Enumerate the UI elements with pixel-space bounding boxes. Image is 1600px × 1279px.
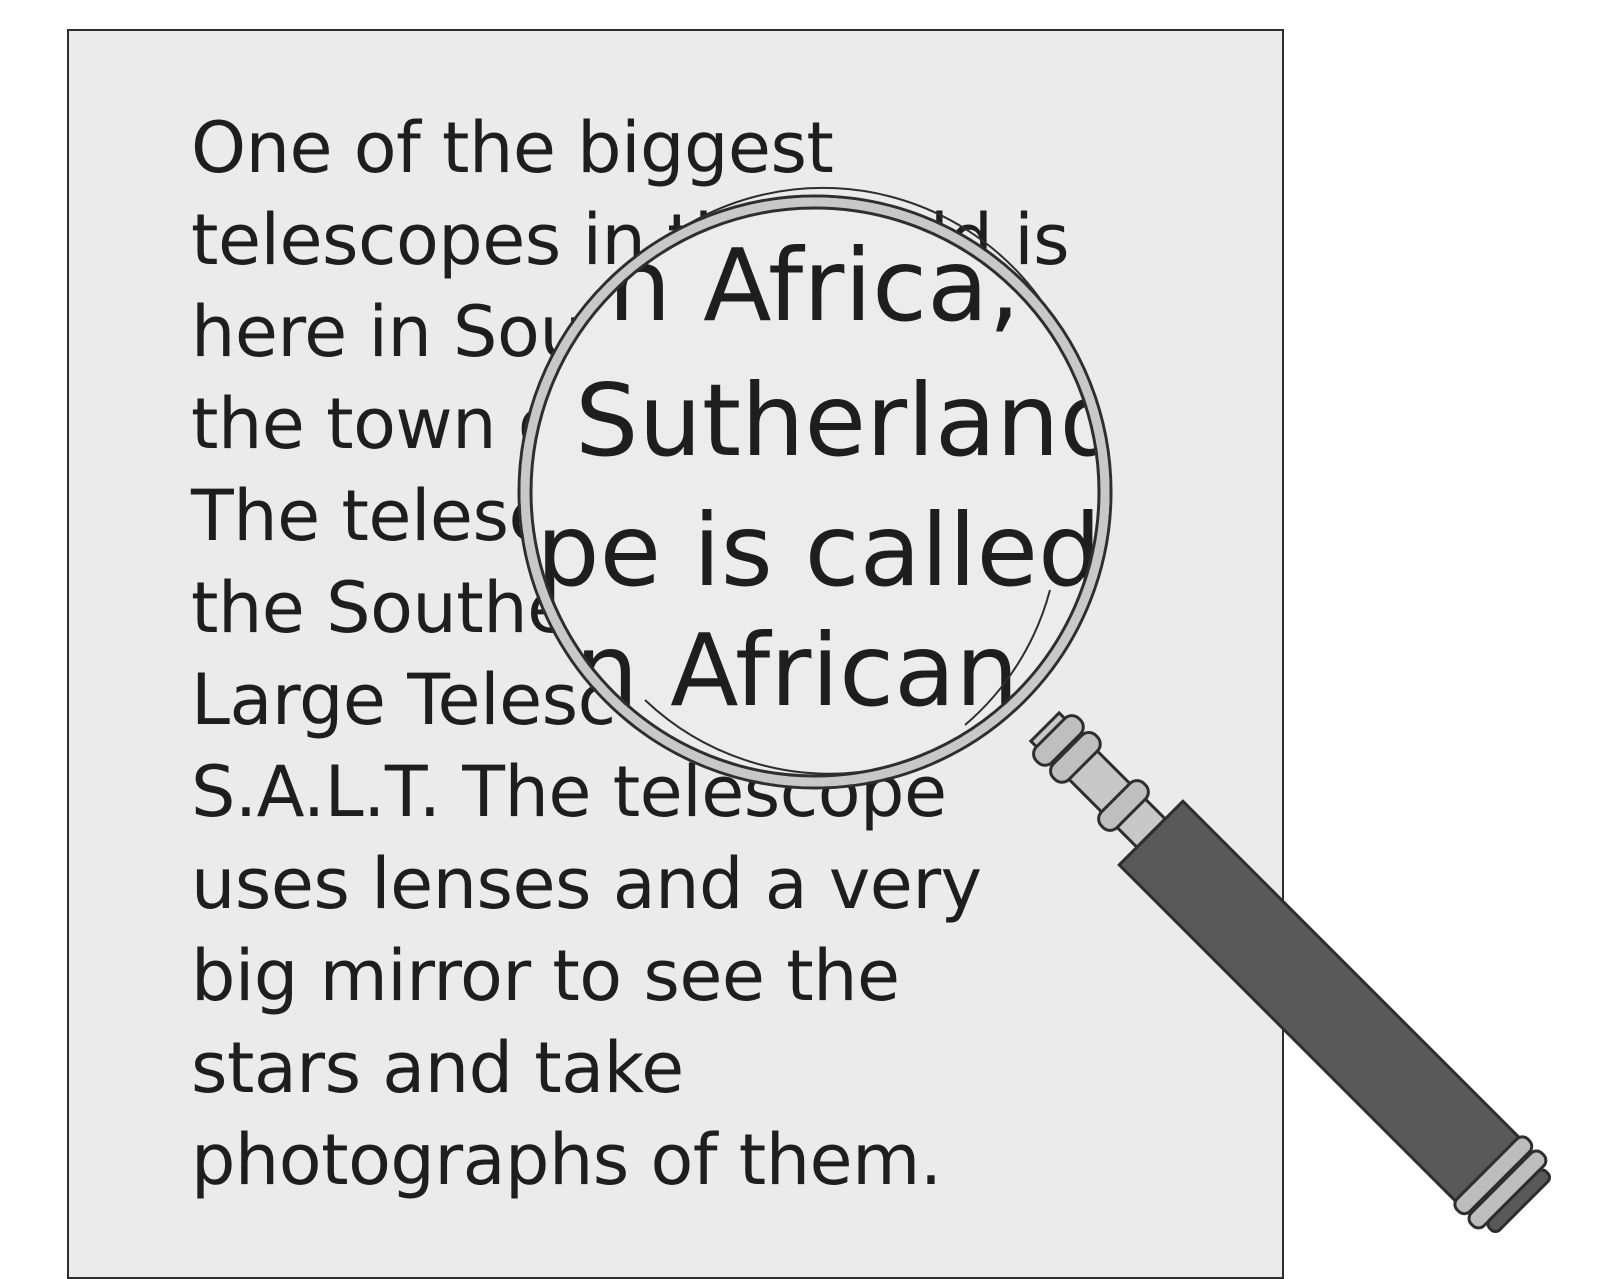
text-line: here in South Africa, in: [191, 291, 979, 373]
text-line: Large Telescope, or: [191, 659, 859, 741]
document-page: One of the biggest telescopes in the wor…: [67, 29, 1284, 1279]
text-line: the Southern African: [191, 567, 903, 649]
text-line: photographs of them.: [191, 1119, 942, 1201]
text-line: S.A.L.T. The telescope: [191, 751, 947, 833]
text-line: big mirror to see the: [191, 935, 900, 1017]
text-line: telescopes in the world is: [191, 199, 1070, 281]
document-text: One of the biggest telescopes in the wor…: [69, 31, 1282, 1277]
text-line: stars and take: [191, 1027, 684, 1109]
text-line: the town of Sutherland.: [191, 383, 1007, 465]
text-line: uses lenses and a very: [191, 843, 982, 925]
text-line: The telescope is called: [191, 475, 979, 557]
text-line: One of the biggest: [191, 107, 834, 189]
